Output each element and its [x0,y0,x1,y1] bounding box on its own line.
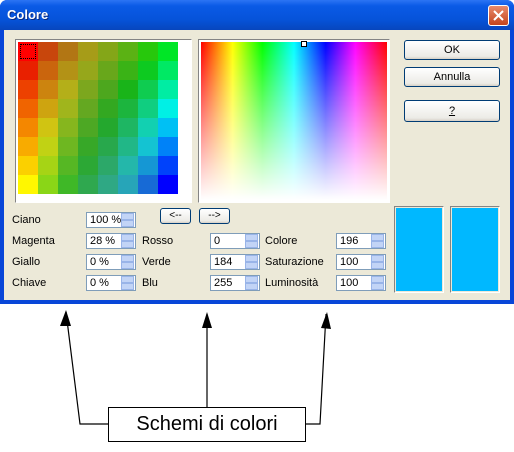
annotation-arrow-left [65,311,108,425]
arrowhead-icon [60,310,71,326]
annotation-arrows [60,310,331,425]
arrowhead-icon [202,312,212,328]
annotation-arrow-right [306,313,327,425]
annotation-callout: Schemi di colori [108,407,306,442]
